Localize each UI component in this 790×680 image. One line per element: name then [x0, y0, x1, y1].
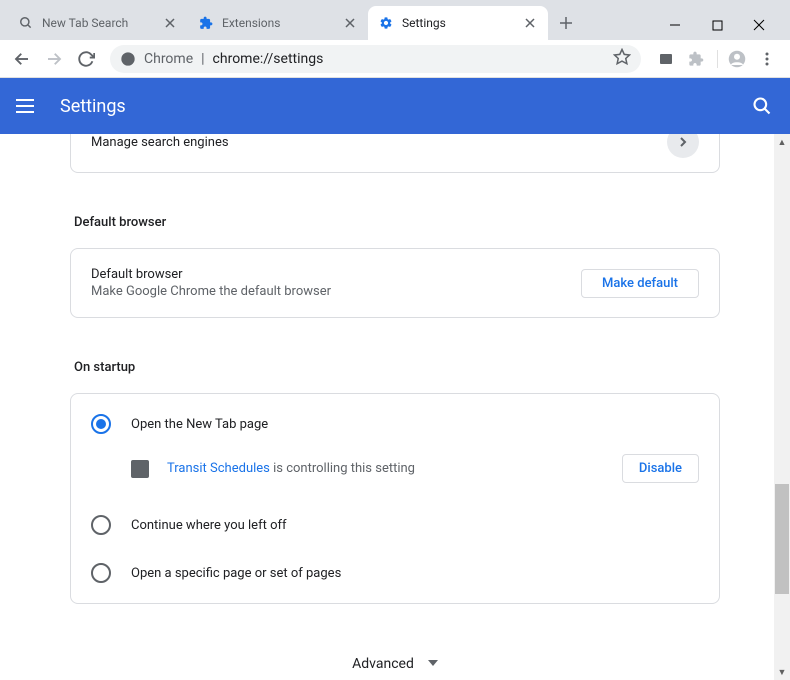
startup-option-label: Open a specific page or set of pages: [131, 566, 341, 581]
menu-icon[interactable]: [758, 50, 776, 68]
new-tab-button[interactable]: [552, 9, 580, 37]
tab-title: Extensions: [222, 16, 334, 30]
startup-card: Open the New Tab page Transit Schedules …: [70, 393, 720, 604]
address-bar[interactable]: Chrome | chrome://settings: [110, 45, 641, 73]
content-area: Manage search engines Default browser De…: [0, 134, 790, 680]
section-title-on-startup: On startup: [70, 342, 720, 393]
reload-button[interactable]: [72, 45, 100, 73]
radio-unchecked-icon[interactable]: [91, 563, 111, 583]
page-title: Settings: [60, 96, 730, 117]
scrollbar-track[interactable]: ▲ ▼: [774, 134, 790, 680]
chrome-icon: [120, 51, 136, 67]
extension-icon-1[interactable]: [657, 50, 675, 68]
extension-rail-icon: [131, 460, 149, 478]
section-title-default-browser: Default browser: [70, 197, 720, 248]
default-browser-title: Default browser: [91, 267, 581, 282]
tab-title: Settings: [402, 16, 514, 30]
extension-link[interactable]: Transit Schedules: [167, 461, 270, 476]
advanced-label: Advanced: [352, 656, 414, 672]
startup-option-label: Continue where you left off: [131, 518, 287, 533]
extension-icon-2[interactable]: [687, 50, 705, 68]
browser-toolbar: Chrome | chrome://settings: [0, 40, 790, 78]
omnibox-separator: |: [201, 51, 204, 67]
gear-icon: [378, 15, 394, 31]
make-default-button[interactable]: Make default: [581, 269, 699, 298]
omnibox-path: chrome://settings: [213, 51, 324, 67]
scrollbar-thumb[interactable]: [775, 484, 789, 594]
scroll-down-icon[interactable]: ▼: [774, 664, 790, 680]
avatar-icon[interactable]: [728, 50, 746, 68]
chevron-right-icon[interactable]: [667, 134, 699, 158]
extension-notice-text: is controlling this setting: [270, 461, 415, 476]
search-icon: [18, 15, 34, 31]
default-browser-card: Default browser Make Google Chrome the d…: [70, 248, 720, 318]
browser-tab-bar: New Tab Search Extensions Settings: [0, 0, 790, 40]
default-browser-subtitle: Make Google Chrome the default browser: [91, 284, 581, 299]
bookmark-star-icon[interactable]: [613, 48, 631, 70]
window-controls: [652, 16, 782, 34]
search-icon[interactable]: [750, 94, 774, 118]
maximize-button[interactable]: [708, 16, 726, 34]
close-icon[interactable]: [522, 15, 538, 31]
manage-search-row[interactable]: Manage search engines: [71, 134, 719, 172]
startup-option-newtab[interactable]: Open the New Tab page: [71, 400, 719, 448]
settings-content-scroll[interactable]: Manage search engines Default browser De…: [0, 134, 790, 680]
radio-unchecked-icon[interactable]: [91, 515, 111, 535]
advanced-toggle[interactable]: Advanced: [70, 628, 720, 680]
close-window-button[interactable]: [750, 16, 768, 34]
startup-option-continue[interactable]: Continue where you left off: [71, 501, 719, 549]
startup-option-specific[interactable]: Open a specific page or set of pages: [71, 549, 719, 597]
minimize-button[interactable]: [666, 16, 684, 34]
close-icon[interactable]: [342, 15, 358, 31]
back-button[interactable]: [8, 45, 36, 73]
settings-header: Settings: [0, 78, 790, 134]
tab-title: New Tab Search: [42, 16, 154, 30]
forward-button[interactable]: [40, 45, 68, 73]
manage-search-label: Manage search engines: [91, 135, 229, 150]
browser-tab-0[interactable]: New Tab Search: [8, 6, 188, 40]
manage-search-card: Manage search engines: [70, 134, 720, 173]
radio-checked-icon[interactable]: [91, 414, 111, 434]
browser-tab-2[interactable]: Settings: [368, 6, 548, 40]
chevron-down-icon: [428, 656, 438, 672]
browser-tab-1[interactable]: Extensions: [188, 6, 368, 40]
close-icon[interactable]: [162, 15, 178, 31]
omnibox-prefix: Chrome: [144, 51, 193, 67]
extension-notice: Transit Schedules is controlling this se…: [71, 448, 719, 501]
startup-option-label: Open the New Tab page: [131, 417, 268, 432]
scroll-up-icon[interactable]: ▲: [774, 134, 790, 150]
hamburger-menu-icon[interactable]: [16, 94, 40, 118]
disable-button[interactable]: Disable: [622, 454, 699, 483]
puzzle-icon: [198, 15, 214, 31]
